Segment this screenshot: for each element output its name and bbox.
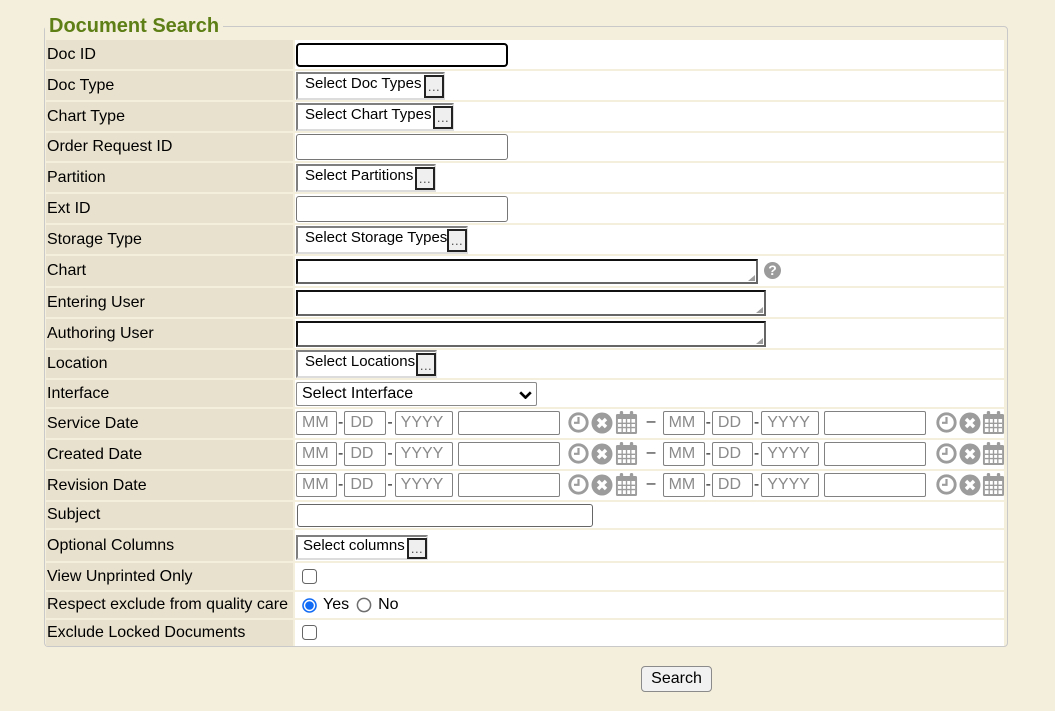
svg-text:?: ? — [768, 262, 777, 278]
